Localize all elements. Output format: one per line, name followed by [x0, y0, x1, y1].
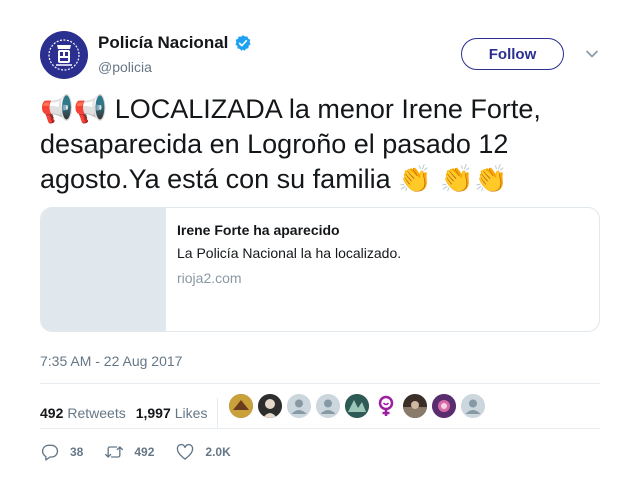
- user-handle[interactable]: @policia: [98, 59, 152, 75]
- reply-icon: [41, 444, 59, 461]
- divider-bottom: [40, 428, 600, 429]
- tweet-timestamp[interactable]: 7:35 AM - 22 Aug 2017: [40, 353, 182, 369]
- liker-avatar[interactable]: [345, 394, 369, 418]
- likers-avatars: [229, 394, 490, 418]
- liker-avatar[interactable]: [374, 394, 398, 418]
- retweets-label[interactable]: Retweets: [67, 405, 125, 421]
- card-title: Irene Forte ha aparecido: [177, 222, 340, 238]
- like-count: 2.0K: [205, 445, 231, 459]
- card-description: La Policía Nacional la ha localizado.: [177, 245, 402, 261]
- liker-avatar[interactable]: [403, 394, 427, 418]
- tweet-text: 📢📢 LOCALIZADA la menor Irene Forte, desa…: [40, 92, 600, 197]
- chevron-down-icon[interactable]: [584, 46, 600, 62]
- liker-avatar[interactable]: [287, 394, 311, 418]
- stats-separator: [217, 398, 219, 428]
- tweet-stats: 492 Retweets 1,997 Likes: [40, 398, 219, 428]
- liker-avatar[interactable]: [258, 394, 282, 418]
- liker-avatar[interactable]: [461, 394, 485, 418]
- likes-count[interactable]: 1,997: [136, 405, 171, 421]
- likes-label[interactable]: Likes: [175, 405, 208, 421]
- display-name[interactable]: Policía Nacional: [98, 33, 228, 53]
- retweet-action[interactable]: 492: [104, 442, 154, 462]
- retweet-count: 492: [134, 445, 155, 459]
- heart-icon: [177, 443, 194, 460]
- reply-count: 38: [70, 445, 84, 459]
- reply-action[interactable]: 38: [40, 442, 83, 462]
- retweets-count[interactable]: 492: [40, 405, 63, 421]
- police-crest-icon: [48, 37, 80, 73]
- card-domain: rioja2.com: [177, 270, 242, 286]
- name-row: Policía Nacional: [98, 33, 252, 53]
- card-body: Irene Forte ha aparecido La Policía Naci…: [166, 208, 412, 331]
- megaphone-emoji: 📢📢: [40, 94, 108, 125]
- liker-avatar[interactable]: [432, 394, 456, 418]
- retweet-icon: [105, 446, 124, 458]
- like-action[interactable]: 2.0K: [175, 442, 231, 462]
- liker-avatar[interactable]: [229, 394, 253, 418]
- follow-button[interactable]: Follow: [461, 38, 564, 70]
- divider-top: [40, 383, 600, 384]
- clapping-hands-emoji: 👏 👏👏: [398, 164, 508, 195]
- profile-avatar[interactable]: [40, 31, 88, 79]
- tweet-actions: 38 492 2.0K: [40, 442, 252, 462]
- link-card[interactable]: Irene Forte ha aparecido La Policía Naci…: [40, 207, 600, 332]
- verified-badge-icon: [235, 35, 251, 51]
- liker-avatar[interactable]: [316, 394, 340, 418]
- card-thumbnail: [41, 208, 166, 331]
